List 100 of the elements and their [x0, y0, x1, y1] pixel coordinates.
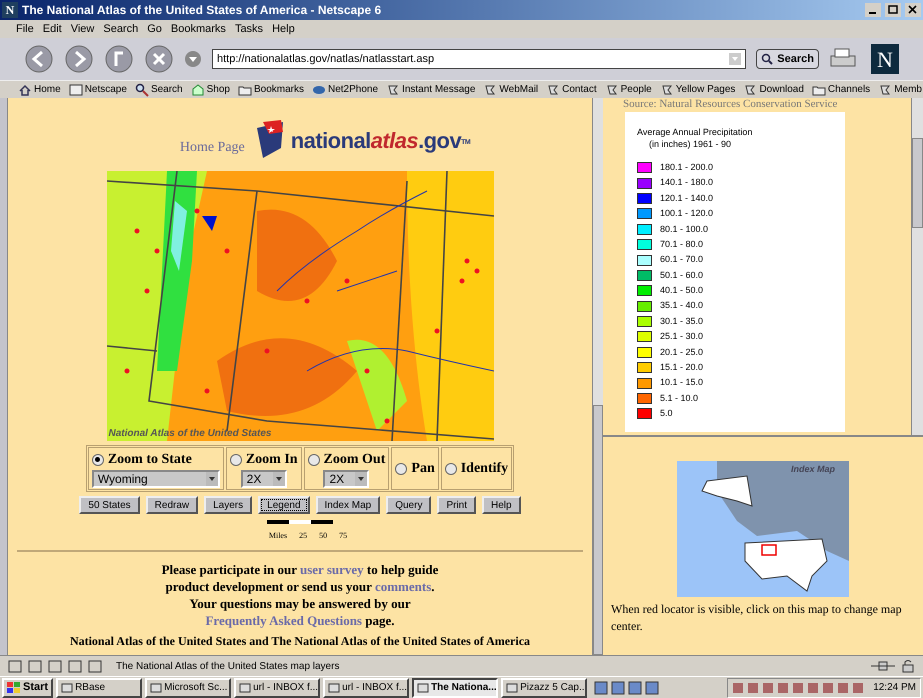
bookmark-item[interactable]: Bookmarks [238, 82, 304, 97]
menu-item[interactable]: Edit [42, 20, 62, 38]
stop-icon[interactable] [144, 44, 174, 74]
menu-item[interactable]: Tasks [234, 20, 264, 38]
forward-icon[interactable] [64, 44, 94, 74]
legend-label: 15.1 - 20.0 [660, 361, 704, 374]
radio-button[interactable] [230, 454, 242, 466]
bookmark-item[interactable]: Yellow Pages [660, 82, 736, 97]
bookmark-item[interactable]: Download [743, 82, 804, 97]
bookmark-item[interactable]: Contact [546, 82, 597, 97]
bookmark-item[interactable]: Channels [812, 82, 870, 97]
map-caption: National Atlas of the United States [108, 427, 272, 441]
message-link[interactable]: user survey [300, 562, 364, 577]
menu-item[interactable]: File [16, 20, 34, 38]
index-map-title: Index Map [790, 463, 835, 476]
url-field[interactable]: http://nationalatlas.gov/natlas/natlasstart.asp [212, 49, 746, 69]
start-button[interactable]: Start [2, 678, 54, 698]
map-button[interactable]: Legend [258, 496, 310, 514]
tool-label[interactable]: Zoom In [246, 449, 298, 470]
close-icon[interactable] [905, 3, 921, 17]
scrollbar[interactable] [911, 98, 923, 435]
search-button[interactable]: Search [756, 49, 819, 69]
sidebar-grip[interactable] [0, 98, 8, 655]
reload-icon[interactable] [104, 44, 134, 74]
taskbar-button[interactable]: url - INBOX f... [323, 678, 410, 698]
legend-label: 180.1 - 200.0 [660, 160, 714, 174]
radio-button[interactable] [92, 454, 104, 466]
scale-label: 75 [339, 530, 348, 542]
taskbar-button[interactable]: The Nationa... [412, 678, 498, 698]
house-icon [18, 82, 32, 96]
legend-label: 30.1 - 35.0 [660, 314, 704, 328]
message-link[interactable]: Frequently Asked Questions [205, 613, 362, 628]
legend-label: 5.0 [660, 407, 673, 420]
windows-logo-icon [7, 682, 21, 694]
menu-item[interactable]: Help [272, 20, 295, 38]
tool-label[interactable]: Zoom Out [324, 449, 386, 470]
taskbar-button[interactable]: Pizazz 5 Cap... [501, 678, 588, 698]
window-icon [61, 682, 74, 694]
legend-label: 100.1 - 120.0 [660, 207, 714, 220]
dropdown[interactable]: Wyoming [92, 470, 220, 488]
lock-icon [901, 659, 915, 673]
index-map-note: When red locator is visible, click on this map to change map center. [610, 601, 903, 635]
dropdown[interactable]: 2X [323, 470, 370, 488]
map-button[interactable]: Help [482, 496, 521, 514]
radio-button[interactable] [308, 454, 320, 466]
legend-label: 80.1 - 100.0 [660, 222, 708, 236]
taskbar-button[interactable]: RBase [56, 678, 142, 698]
scale-unit: Miles [268, 530, 288, 542]
menu-item[interactable]: Bookmarks [170, 20, 226, 38]
search-icon [134, 82, 149, 96]
taskbar-button[interactable]: url - INBOX f... [234, 678, 320, 698]
map-button[interactable]: Query [386, 496, 432, 514]
bookmark-item[interactable]: Shop [190, 82, 230, 97]
message-link[interactable]: comments [374, 579, 432, 594]
menu-item[interactable]: View [70, 20, 94, 38]
search-icon [761, 53, 774, 65]
url-text: http://nationalatlas.gov/natlas/natlasstart.asp [217, 52, 436, 67]
bookmark-item[interactable]: Home [18, 82, 61, 97]
app-logo: N [2, 2, 18, 18]
brand-logo: N [871, 44, 899, 74]
legend-label: 40.1 - 50.0 [660, 284, 704, 298]
map-button[interactable]: 50 States [79, 496, 140, 514]
index-map[interactable] [677, 461, 849, 597]
bookmark-item[interactable]: Instant Message [386, 82, 476, 97]
history-icon[interactable] [184, 50, 202, 68]
scrollbar[interactable] [592, 98, 603, 655]
dropdown[interactable]: 2X [240, 470, 287, 488]
bookmark-item[interactable]: WebMail [483, 82, 538, 97]
back-icon[interactable] [24, 44, 54, 74]
home-page-link[interactable]: Home Page [180, 137, 245, 158]
map-button[interactable]: Print [437, 496, 476, 514]
legend-label: 70.1 - 80.0 [660, 238, 704, 251]
radio-button[interactable] [395, 462, 408, 474]
menu-item[interactable]: Go [147, 20, 162, 38]
taskbar-button[interactable]: Microsoft Sc... [145, 678, 232, 698]
bookmark-item[interactable]: People [604, 82, 652, 97]
window-icon [417, 682, 430, 694]
tool-label[interactable]: Zoom to State [108, 449, 192, 470]
menu-item[interactable]: Search [103, 20, 138, 38]
scale-label: 25 [299, 530, 308, 542]
bookmark-item[interactable]: Net2Phone [312, 82, 378, 97]
window-icon [150, 682, 162, 694]
map-button[interactable]: Index Map [316, 496, 380, 514]
source-text: Source: Natural Resources Conservation Service [622, 98, 838, 110]
bookmark-item[interactable]: Netscape [68, 82, 127, 97]
maximize-icon[interactable] [885, 3, 901, 17]
map-button[interactable]: Layers [204, 496, 252, 514]
bookmark-item[interactable]: Search [134, 82, 183, 97]
window-icon [328, 682, 340, 694]
minimize-icon[interactable] [865, 3, 881, 17]
legend-label: 140.1 - 180.0 [660, 176, 714, 190]
tool-label[interactable]: Identify [460, 458, 508, 479]
bookmark-item[interactable]: Memb [878, 82, 922, 97]
legend-label: 25.1 - 30.0 [660, 330, 704, 344]
legend-label: 50.1 - 60.0 [660, 268, 704, 282]
window-icon [239, 682, 252, 694]
legend-label: 20.1 - 25.0 [660, 346, 704, 359]
tool-label[interactable]: Pan [411, 458, 435, 479]
map-button[interactable]: Redraw [146, 496, 198, 514]
radio-button[interactable] [444, 462, 457, 474]
